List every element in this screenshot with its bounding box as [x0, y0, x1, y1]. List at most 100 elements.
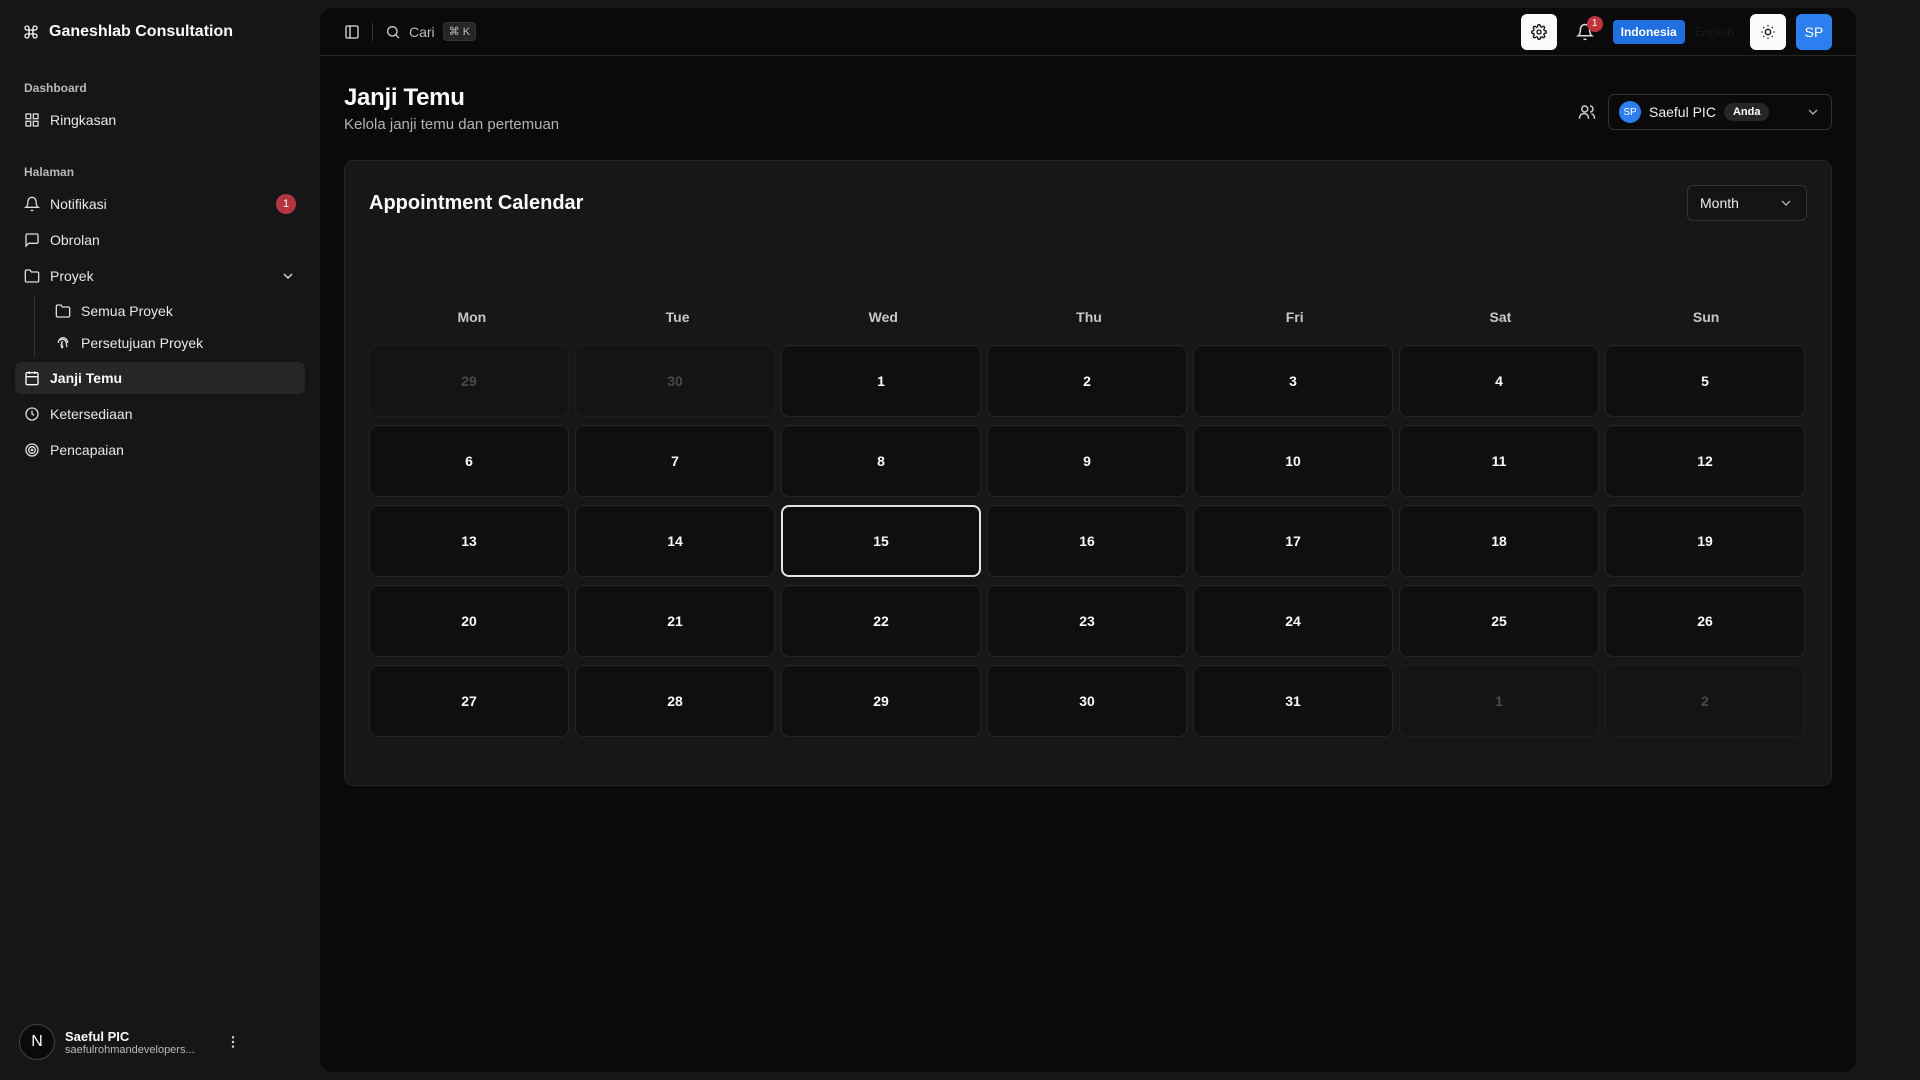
calendar-day[interactable]: 31 — [1193, 665, 1393, 737]
calendar-day[interactable]: 28 — [575, 665, 775, 737]
sidebar-item-notifikasi[interactable]: Notifikasi 1 — [15, 188, 305, 220]
lang-indonesia-button[interactable]: Indonesia — [1612, 19, 1685, 44]
calendar-day[interactable]: 16 — [987, 505, 1187, 577]
brand[interactable]: Ganeshlab Consultation — [15, 0, 305, 64]
chevron-down-icon — [1778, 195, 1794, 211]
fingerprint-icon — [55, 335, 71, 351]
sidebar-item-pencapaian[interactable]: Pencapaian — [15, 434, 305, 466]
calendar-day[interactable]: 3 — [1193, 345, 1393, 417]
page-header: Janji Temu Kelola janji temu dan pertemu… — [320, 56, 1856, 168]
notification-count: 1 — [1586, 15, 1603, 32]
calendar-icon — [24, 370, 40, 386]
view-select-value: Month — [1700, 195, 1739, 211]
calendar-day[interactable]: 30 — [987, 665, 1187, 737]
weekday-label: Wed — [868, 309, 898, 325]
settings-button[interactable] — [1520, 13, 1557, 50]
more-vertical-icon[interactable] — [225, 1034, 241, 1050]
weekday-label: Mon — [457, 309, 487, 325]
calendar-day[interactable]: 2 — [1605, 665, 1805, 737]
calendar-grid: 29 30 1 2 3 4 5 6 7 8 9 10 11 12 13 14 15 16 17 18 19 20 21 22 2… — [369, 345, 1809, 737]
sidebar-item-obrolan[interactable]: Obrolan — [15, 224, 305, 256]
group-label-halaman: Halaman — [24, 165, 75, 179]
sidebar-item-persetujuan-proyek[interactable]: Persetujuan Proyek — [46, 328, 305, 358]
calendar-day[interactable]: 6 — [369, 425, 569, 497]
weekday-header: Mon Tue Wed Thu Fri Sat Sun — [369, 309, 1809, 325]
calendar-day[interactable]: 7 — [575, 425, 775, 497]
calendar-day[interactable]: 29 — [369, 345, 569, 417]
calendar-day[interactable]: 1 — [781, 345, 981, 417]
calendar-day[interactable]: 21 — [575, 585, 775, 657]
calendar-day[interactable]: 9 — [987, 425, 1187, 497]
folder-icon — [55, 303, 71, 319]
sidebar-item-label: Proyek — [50, 268, 94, 284]
sidebar-item-ketersediaan[interactable]: Ketersediaan — [15, 398, 305, 430]
calendar-day[interactable]: 5 — [1605, 345, 1805, 417]
divider — [372, 22, 373, 41]
search-trigger[interactable]: Cari ⌘ K — [385, 22, 477, 41]
calendar-day[interactable]: 2 — [987, 345, 1187, 417]
calendar-day[interactable]: 8 — [781, 425, 981, 497]
calendar-card: Appointment Calendar Month Mon Tue Wed Thu F… — [344, 160, 1832, 786]
sidebar-item-janji-temu[interactable]: Janji Temu — [15, 362, 305, 394]
chevron-down-icon[interactable] — [280, 268, 296, 284]
sidebar-item-semua-proyek[interactable]: Semua Proyek — [46, 296, 305, 326]
calendar-day[interactable]: 20 — [369, 585, 569, 657]
user-email: saefulrohmandevelopers... — [65, 1043, 195, 1056]
calendar-day[interactable]: 17 — [1193, 505, 1393, 577]
calendar-day[interactable]: 12 — [1605, 425, 1805, 497]
calendar-day[interactable]: 25 — [1399, 585, 1599, 657]
sidebar-user[interactable]: N Saeful PIC saefulrohmandevelopers... — [19, 1024, 241, 1060]
calendar-day[interactable]: 14 — [575, 505, 775, 577]
calendar-day[interactable]: 30 — [575, 345, 775, 417]
calendar-day[interactable]: 24 — [1193, 585, 1393, 657]
calendar-day[interactable]: 18 — [1399, 505, 1599, 577]
sidebar-item-label: Obrolan — [50, 232, 100, 248]
user-name: Saeful PIC — [65, 1028, 130, 1044]
user-info: Saeful PIC saefulrohmandevelopers... — [65, 1029, 215, 1056]
weekday-label: Sun — [1692, 309, 1720, 325]
theme-toggle-button[interactable] — [1750, 13, 1786, 50]
you-badge: Anda — [1723, 103, 1770, 121]
calendar-day[interactable]: 22 — [781, 585, 981, 657]
grid-icon — [24, 112, 40, 128]
sidebar-item-label: Notifikasi — [50, 196, 107, 212]
calendar-day-today[interactable]: 15 — [781, 505, 981, 577]
view-select[interactable]: Month — [1687, 185, 1807, 221]
calendar-day[interactable]: 1 — [1399, 665, 1599, 737]
folder-icon — [24, 268, 40, 284]
target-icon — [24, 442, 40, 458]
sidebar-item-label: Pencapaian — [50, 442, 124, 458]
search-icon — [385, 24, 401, 40]
notifications-button[interactable]: 1 — [1567, 14, 1603, 50]
calendar-day[interactable]: 10 — [1193, 425, 1393, 497]
chevron-down-icon — [1805, 104, 1821, 120]
search-label: Cari — [409, 23, 435, 40]
user-select[interactable]: SP Saeful PIC Anda — [1608, 94, 1832, 130]
sidebar-item-ringkasan[interactable]: Ringkasan — [15, 104, 305, 136]
calendar-day[interactable]: 27 — [369, 665, 569, 737]
calendar-day[interactable]: 19 — [1605, 505, 1805, 577]
topbar: Cari ⌘ K 1 Indonesia English SP — [320, 8, 1856, 56]
calendar-day[interactable]: 29 — [781, 665, 981, 737]
calendar-day[interactable]: 4 — [1399, 345, 1599, 417]
users-icon — [1578, 103, 1596, 121]
avatar: SP — [1619, 101, 1641, 123]
sidebar-item-proyek[interactable]: Proyek — [15, 260, 305, 292]
brand-name: Ganeshlab Consultation — [49, 23, 234, 40]
clock-icon — [24, 406, 40, 422]
calendar-day[interactable]: 13 — [369, 505, 569, 577]
search-shortcut: ⌘ K — [442, 22, 477, 41]
language-switcher: Indonesia English — [1612, 19, 1740, 44]
lang-english-button[interactable]: English — [1689, 20, 1740, 44]
sidebar-toggle-icon[interactable] — [344, 24, 360, 40]
command-icon — [23, 24, 39, 40]
sidebar-item-label: Janji Temu — [50, 370, 123, 386]
avatar: N — [19, 1024, 55, 1060]
calendar-day[interactable]: 11 — [1399, 425, 1599, 497]
sun-icon — [1760, 24, 1776, 40]
sidebar-item-label: Ringkasan — [50, 112, 117, 128]
page-subtitle: Kelola janji temu dan pertemuan — [344, 116, 560, 133]
calendar-day[interactable]: 23 — [987, 585, 1187, 657]
calendar-day[interactable]: 26 — [1605, 585, 1805, 657]
user-avatar-button[interactable]: SP — [1796, 13, 1832, 50]
